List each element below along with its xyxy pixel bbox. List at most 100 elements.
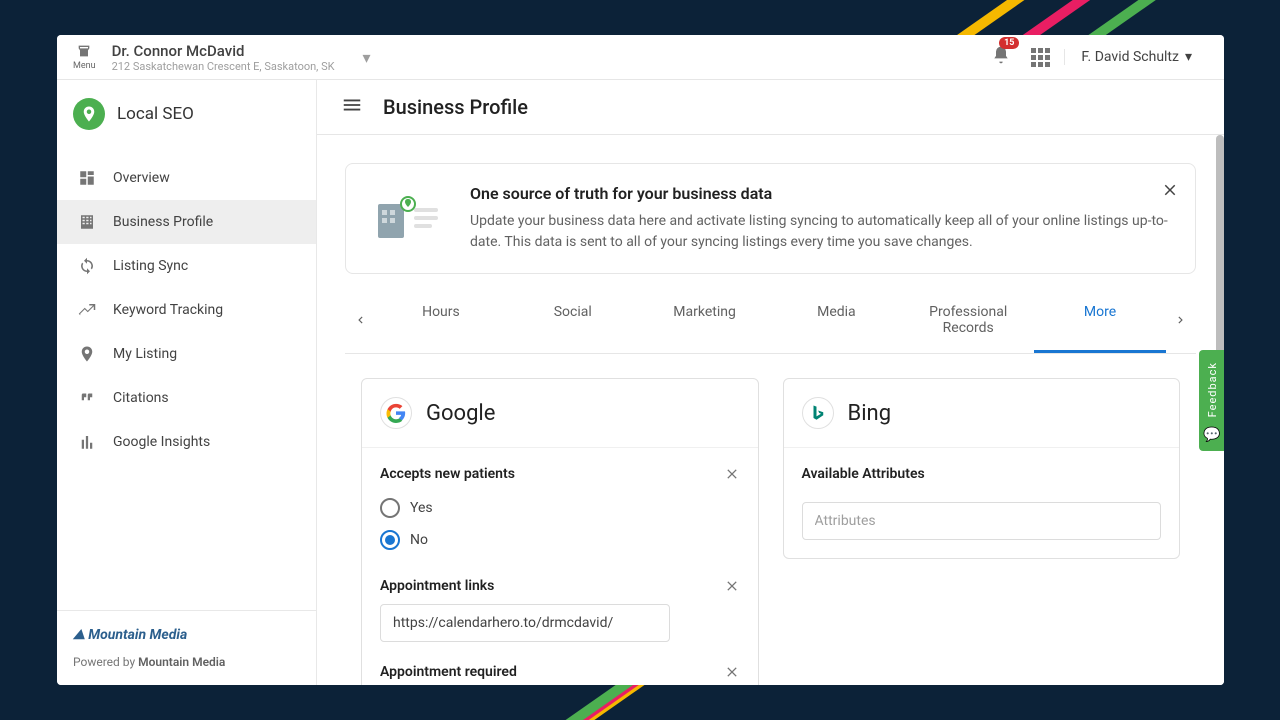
tab-social[interactable]: Social <box>507 290 639 353</box>
radio-label: Yes <box>410 500 433 516</box>
chevron-down-icon: ▾ <box>1185 49 1192 65</box>
hamburger-button[interactable] <box>341 94 363 120</box>
quote-icon <box>77 388 97 408</box>
nav-item-label: Keyword Tracking <box>113 302 223 318</box>
business-caret-icon[interactable]: ▾ <box>363 48 371 67</box>
google-icon <box>380 397 412 429</box>
storefront-icon <box>74 43 94 59</box>
field-accepts-new-patients: Accepts new patients Yes <box>380 466 740 556</box>
apps-launcher-button[interactable] <box>1025 42 1056 73</box>
close-icon <box>1161 181 1179 199</box>
field-label: Appointment links <box>380 578 740 594</box>
tab-media[interactable]: Media <box>770 290 902 353</box>
radio-icon <box>380 498 400 518</box>
dashboard-icon <box>77 168 97 188</box>
business-icon <box>77 212 97 232</box>
field-appointment-links: Appointment links <box>380 578 740 642</box>
banner-body: Update your business data here and activ… <box>470 211 1171 253</box>
content-header: Business Profile <box>317 80 1224 135</box>
footer-brand: Mountain Media <box>138 655 225 669</box>
chat-icon: 💬 <box>1203 427 1220 443</box>
content: Business Profile One source of truth for… <box>317 80 1224 685</box>
radio-icon <box>380 530 400 550</box>
field-label: Accepts new patients <box>380 466 740 482</box>
app-window: Menu Dr. Connor McDavid 212 Saskatchewan… <box>57 35 1224 685</box>
app-logo-icon <box>73 98 105 130</box>
banner-illustration-icon <box>370 184 442 244</box>
tab-marketing[interactable]: Marketing <box>639 290 771 353</box>
close-icon <box>724 466 740 482</box>
trending-icon <box>77 300 97 320</box>
bing-card-title: Bing <box>848 401 892 426</box>
sidebar-footer: Mountain Media Powered by Mountain Media <box>57 610 316 685</box>
user-name: F. David Schultz <box>1081 49 1179 65</box>
notifications-button[interactable]: 15 <box>985 39 1017 75</box>
feedback-label: Feedback <box>1206 358 1219 421</box>
field-appointment-required: Appointment required Yes <box>380 664 740 685</box>
nav-item-google-insights[interactable]: Google Insights <box>57 420 316 464</box>
business-address: 212 Saskatchewan Crescent E, Saskatoon, … <box>112 60 335 73</box>
tabs-next-button[interactable] <box>1166 300 1196 343</box>
tabs: HoursSocialMarketingMediaProfessional Re… <box>345 290 1196 354</box>
radio-option-no[interactable]: No <box>380 524 740 556</box>
banner-title: One source of truth for your business da… <box>470 184 1171 203</box>
radio-option-yes[interactable]: Yes <box>380 492 740 524</box>
nav-list: Overview Business Profile Listing Sync K… <box>57 148 316 610</box>
sync-icon <box>77 256 97 276</box>
content-body[interactable]: One source of truth for your business da… <box>317 135 1224 685</box>
business-name: Dr. Connor McDavid <box>112 42 335 60</box>
field-label: Appointment required <box>380 664 740 680</box>
nav-item-label: Citations <box>113 390 169 406</box>
field-clear-button[interactable] <box>724 466 740 486</box>
google-card-title: Google <box>426 401 495 426</box>
notification-badge: 15 <box>999 37 1019 49</box>
user-menu[interactable]: F. David Schultz ▾ <box>1064 49 1208 65</box>
scrollbar-thumb[interactable] <box>1216 135 1224 355</box>
tab-list: HoursSocialMarketingMediaProfessional Re… <box>375 290 1166 353</box>
nav-item-listing-sync[interactable]: Listing Sync <box>57 244 316 288</box>
banner-close-button[interactable] <box>1161 180 1179 204</box>
close-icon <box>724 578 740 594</box>
app-title: Local SEO <box>117 104 194 124</box>
nav-item-label: Business Profile <box>113 214 213 230</box>
info-banner: One source of truth for your business da… <box>345 163 1196 274</box>
footer-prefix: Powered by <box>73 655 138 669</box>
available-attributes-label: Available Attributes <box>802 466 1162 482</box>
appointment-link-input[interactable] <box>380 604 670 642</box>
menu-button[interactable]: Menu <box>69 39 100 75</box>
nav-item-business-profile[interactable]: Business Profile <box>57 200 316 244</box>
insights-icon <box>77 432 97 452</box>
footer-brand-logo: Mountain Media <box>73 627 187 643</box>
close-icon <box>724 664 740 680</box>
sidebar-header: Local SEO <box>57 80 316 148</box>
nav-item-keyword-tracking[interactable]: Keyword Tracking <box>57 288 316 332</box>
tab-hours[interactable]: Hours <box>375 290 507 353</box>
pin-icon <box>77 344 97 364</box>
nav-item-label: Listing Sync <box>113 258 188 274</box>
chevron-left-icon <box>353 313 367 327</box>
chevron-right-icon <box>1174 313 1188 327</box>
nav-item-label: Google Insights <box>113 434 210 450</box>
tab-professional-records[interactable]: Professional Records <box>902 290 1034 353</box>
radio-label: No <box>410 532 428 548</box>
attributes-input[interactable] <box>802 502 1162 540</box>
business-selector[interactable]: Dr. Connor McDavid 212 Saskatchewan Cres… <box>112 42 335 73</box>
google-card: Google Accepts new patients Yes <box>361 378 759 685</box>
nav-item-label: My Listing <box>113 346 177 362</box>
nav-item-citations[interactable]: Citations <box>57 376 316 420</box>
field-clear-button[interactable] <box>724 578 740 598</box>
nav-item-overview[interactable]: Overview <box>57 156 316 200</box>
bing-icon <box>802 397 834 429</box>
hamburger-icon <box>341 94 363 116</box>
menu-label: Menu <box>73 61 96 71</box>
feedback-button[interactable]: Feedback 💬 <box>1199 350 1224 451</box>
bing-card: Bing Available Attributes <box>783 378 1181 559</box>
tabs-prev-button[interactable] <box>345 300 375 343</box>
nav-item-label: Overview <box>113 170 170 186</box>
tab-more[interactable]: More <box>1034 290 1166 353</box>
nav-item-my-listing[interactable]: My Listing <box>57 332 316 376</box>
field-clear-button[interactable] <box>724 664 740 684</box>
sidebar: Local SEO Overview Business Profile List… <box>57 80 317 685</box>
cards-row: Google Accepts new patients Yes <box>345 378 1196 685</box>
topbar: Menu Dr. Connor McDavid 212 Saskatchewan… <box>57 35 1224 80</box>
